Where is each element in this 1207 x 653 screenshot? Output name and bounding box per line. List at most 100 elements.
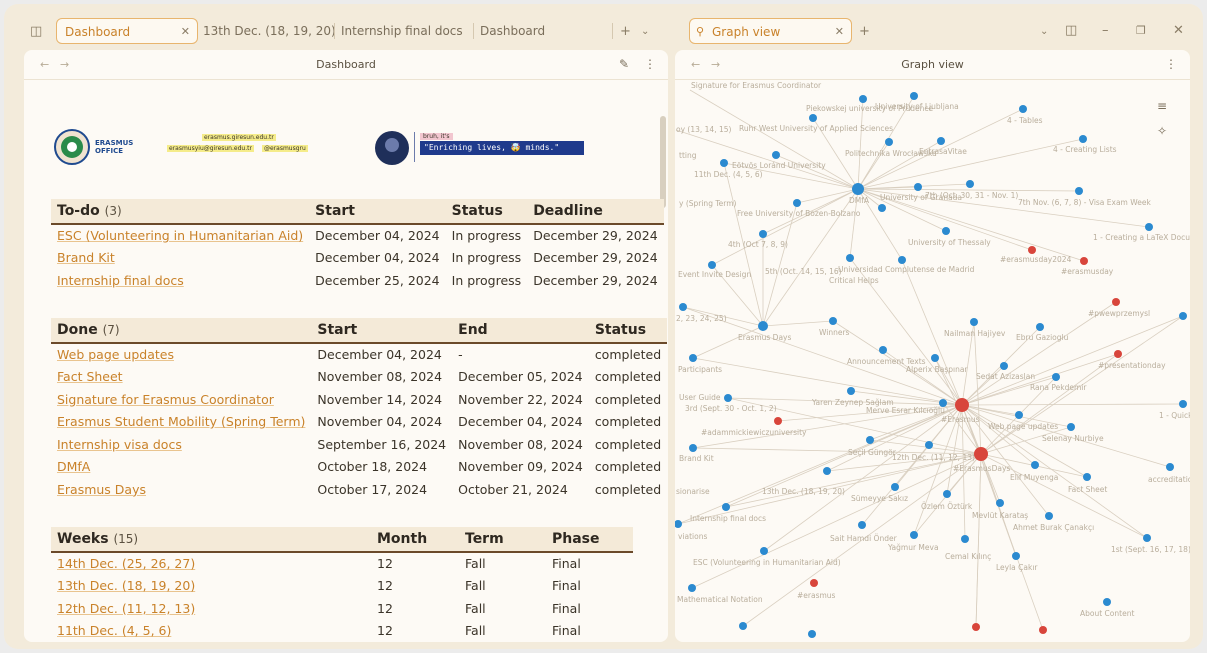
graph-node[interactable] <box>942 227 950 235</box>
graph-node[interactable] <box>1039 626 1047 634</box>
graph-node[interactable] <box>823 467 831 475</box>
graph-node[interactable] <box>1000 362 1008 370</box>
new-tab-icon[interactable]: + <box>620 24 631 40</box>
graph-node[interactable] <box>1019 105 1027 113</box>
graph-node[interactable] <box>931 354 939 362</box>
graph-node[interactable] <box>1015 411 1023 419</box>
graph-node[interactable] <box>1179 400 1187 408</box>
note-link[interactable]: 12th Dec. (11, 12, 13) <box>51 597 371 620</box>
graph-node[interactable] <box>689 354 697 362</box>
note-link[interactable]: 14th Dec. (25, 26, 27) <box>51 552 371 575</box>
graph-node[interactable] <box>1036 323 1044 331</box>
note-link[interactable]: Web page updates <box>51 343 312 366</box>
tab-graph-view[interactable]: ⚲ Graph view ✕ <box>689 18 852 44</box>
graph-node[interactable] <box>910 531 918 539</box>
graph-node[interactable] <box>760 547 768 555</box>
tab-13th-dec[interactable]: 13th Dec. (18, 19, 20) <box>203 18 336 44</box>
graph-node[interactable] <box>1067 423 1075 431</box>
graph-node[interactable] <box>793 199 801 207</box>
graph-node[interactable] <box>1083 473 1091 481</box>
graph-node[interactable] <box>1031 461 1039 469</box>
graph-node[interactable] <box>879 346 887 354</box>
note-link[interactable]: ESC (Volunteering in Humanitarian Aid) <box>51 224 310 247</box>
graph-node[interactable] <box>1114 350 1122 358</box>
graph-node[interactable] <box>688 584 696 592</box>
graph-node[interactable] <box>675 520 682 528</box>
note-link[interactable]: Fact Sheet <box>51 365 312 388</box>
graph-node[interactable] <box>1052 373 1060 381</box>
graph-node[interactable] <box>866 436 874 444</box>
more-options-icon[interactable]: ⋮ <box>1165 57 1177 71</box>
note-link[interactable]: Brand Kit <box>51 246 310 269</box>
graph-node[interactable] <box>1143 534 1151 542</box>
graph-node[interactable] <box>970 318 978 326</box>
graph-node[interactable] <box>1045 512 1053 520</box>
graph-node[interactable] <box>943 490 951 498</box>
note-link[interactable]: Erasmus Student Mobility (Spring Term) <box>51 410 312 433</box>
tab-internship-final-docs[interactable]: Internship final docs <box>341 18 463 44</box>
note-link[interactable]: Erasmus Days <box>51 478 312 501</box>
graph-node[interactable] <box>772 151 780 159</box>
graph-node[interactable] <box>829 317 837 325</box>
graph-hub-node[interactable] <box>758 321 768 331</box>
graph-node[interactable] <box>810 579 818 587</box>
split-view-icon[interactable]: ◫ <box>1065 23 1077 39</box>
graph-node[interactable] <box>1166 463 1174 471</box>
graph-node[interactable] <box>996 499 1004 507</box>
graph-node[interactable] <box>1112 298 1120 306</box>
note-link[interactable]: 13th Dec. (18, 19, 20) <box>51 574 371 597</box>
chevron-down-icon[interactable]: ⌄ <box>1040 24 1048 40</box>
scrollbar-thumb[interactable] <box>660 116 666 208</box>
graph-node[interactable] <box>925 441 933 449</box>
graph-node[interactable] <box>1145 223 1153 231</box>
graph-node[interactable] <box>891 483 899 491</box>
tab-dashboard-2[interactable]: Dashboard <box>480 18 545 44</box>
graph-node[interactable] <box>961 535 969 543</box>
graph-node[interactable] <box>1103 598 1111 606</box>
new-tab-icon[interactable]: + <box>859 24 870 40</box>
graph-node[interactable] <box>739 622 747 630</box>
graph-node[interactable] <box>809 114 817 122</box>
graph-node[interactable] <box>1179 312 1187 320</box>
graph-node[interactable] <box>914 183 922 191</box>
note-link[interactable]: Signature for Erasmus Coordinator <box>51 388 312 411</box>
graph-node[interactable] <box>708 261 716 269</box>
graph-node[interactable] <box>724 394 732 402</box>
graph-node[interactable] <box>759 230 767 238</box>
graph-node[interactable] <box>679 303 687 311</box>
close-icon[interactable]: ✕ <box>181 19 190 45</box>
graph-node[interactable] <box>878 204 886 212</box>
graph-node[interactable] <box>858 521 866 529</box>
graph-node[interactable] <box>939 399 947 407</box>
graph-node[interactable] <box>885 138 893 146</box>
tab-dashboard[interactable]: Dashboard ✕ <box>56 18 198 44</box>
graph-node[interactable] <box>846 254 854 262</box>
graph-node[interactable] <box>937 137 945 145</box>
graph-node[interactable] <box>689 444 697 452</box>
graph-hub-node[interactable] <box>852 183 864 195</box>
graph-node[interactable] <box>972 623 980 631</box>
graph-hub-node[interactable] <box>974 447 988 461</box>
sidebar-toggle-icon[interactable]: ◫ <box>30 24 42 40</box>
note-link[interactable]: DMfA <box>51 455 312 478</box>
maximize-icon[interactable]: ❐ <box>1136 23 1146 39</box>
graph-node[interactable] <box>966 180 974 188</box>
graph-node[interactable] <box>774 417 782 425</box>
graph-node[interactable] <box>1079 135 1087 143</box>
graph-node[interactable] <box>1080 257 1088 265</box>
chevron-down-icon[interactable]: ⌄ <box>641 24 649 40</box>
graph-node[interactable] <box>1075 187 1083 195</box>
close-window-icon[interactable]: ✕ <box>1173 23 1184 39</box>
minimize-icon[interactable]: – <box>1102 23 1109 39</box>
graph-node[interactable] <box>1028 246 1036 254</box>
graph-node[interactable] <box>847 387 855 395</box>
graph-node[interactable] <box>722 503 730 511</box>
graph-node[interactable] <box>898 256 906 264</box>
graph-hub-node[interactable] <box>955 398 969 412</box>
graph-canvas[interactable]: Signature for Erasmus CoordinatorPiekows… <box>675 81 1190 642</box>
close-icon[interactable]: ✕ <box>835 19 844 45</box>
graph-node[interactable] <box>808 630 816 638</box>
note-link[interactable]: Internship final docs <box>51 269 310 292</box>
more-options-icon[interactable]: ⋮ <box>644 57 656 71</box>
graph-node[interactable] <box>859 95 867 103</box>
